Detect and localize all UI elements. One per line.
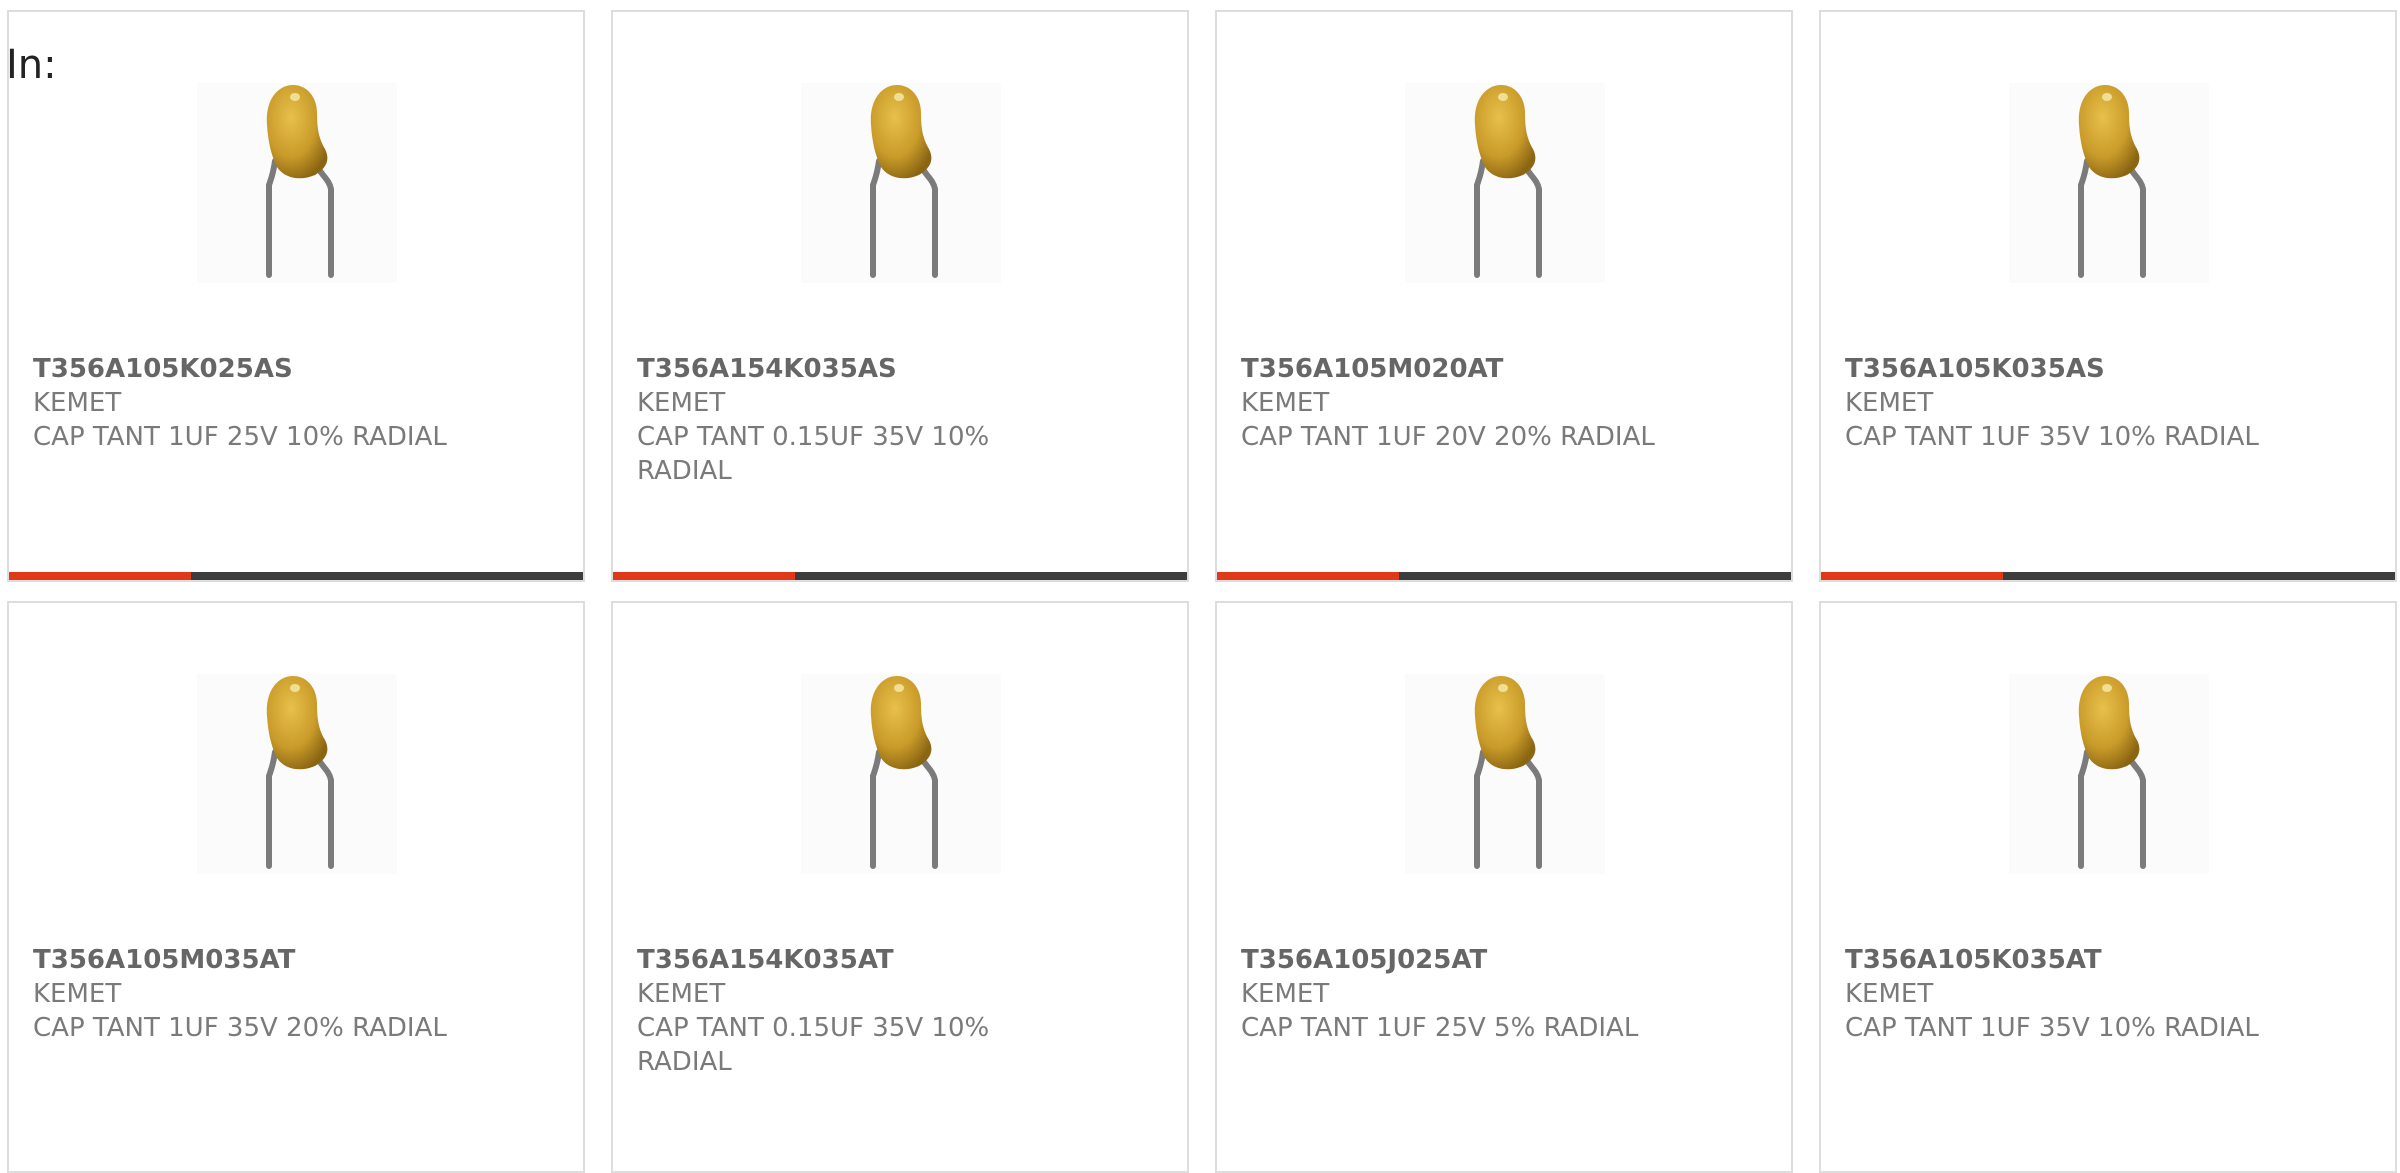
card-accent-bar bbox=[1217, 572, 1399, 580]
part-number[interactable]: T356A105K025AS bbox=[33, 352, 453, 386]
in-label: In: bbox=[6, 42, 57, 88]
product-card[interactable]: T356A154K035AT KEMET CAP TANT 0.15UF 35V… bbox=[611, 601, 1189, 1173]
product-info: T356A105M020AT KEMET CAP TANT 1UF 20V 20… bbox=[1241, 352, 1661, 454]
tantalum-capacitor-icon bbox=[266, 676, 334, 869]
tantalum-capacitor-icon bbox=[801, 674, 1001, 874]
product-info: T356A105J025AT KEMET CAP TANT 1UF 25V 5%… bbox=[1241, 943, 1661, 1045]
card-bottom-bar bbox=[9, 572, 583, 580]
card-accent-bar bbox=[9, 572, 191, 580]
product-card[interactable]: T356A105K035AS KEMET CAP TANT 1UF 35V 10… bbox=[1819, 10, 2397, 582]
part-number[interactable]: T356A105J025AT bbox=[1241, 943, 1661, 977]
product-card[interactable]: T356A105M020AT KEMET CAP TANT 1UF 20V 20… bbox=[1215, 10, 1793, 582]
product-description: CAP TANT 1UF 25V 5% RADIAL bbox=[1241, 1013, 1639, 1043]
tantalum-capacitor-icon bbox=[2009, 83, 2209, 283]
manufacturer: KEMET bbox=[33, 388, 122, 418]
tantalum-capacitor-icon bbox=[197, 83, 397, 283]
tantalum-capacitor-icon bbox=[266, 85, 334, 278]
manufacturer: KEMET bbox=[637, 388, 726, 418]
card-bottom-bar bbox=[613, 572, 1187, 580]
part-number[interactable]: T356A105M020AT bbox=[1241, 352, 1661, 386]
manufacturer: KEMET bbox=[1845, 979, 1934, 1009]
manufacturer: KEMET bbox=[1845, 388, 1934, 418]
card-bottom-bar bbox=[1217, 572, 1791, 580]
tantalum-capacitor-icon bbox=[870, 85, 938, 278]
product-card[interactable]: T356A105K025AS KEMET CAP TANT 1UF 25V 10… bbox=[7, 10, 585, 582]
product-info: T356A154K035AT KEMET CAP TANT 0.15UF 35V… bbox=[637, 943, 1057, 1079]
product-description: CAP TANT 0.15UF 35V 10% RADIAL bbox=[637, 1013, 990, 1077]
part-number[interactable]: T356A105K035AS bbox=[1845, 352, 2265, 386]
product-description: CAP TANT 1UF 25V 10% RADIAL bbox=[33, 422, 447, 452]
product-info: T356A105M035AT KEMET CAP TANT 1UF 35V 20… bbox=[33, 943, 453, 1045]
tantalum-capacitor-icon bbox=[870, 676, 938, 869]
product-description: CAP TANT 1UF 35V 10% RADIAL bbox=[1845, 1013, 2259, 1043]
product-card[interactable]: T356A154K035AS KEMET CAP TANT 0.15UF 35V… bbox=[611, 10, 1189, 582]
product-description: CAP TANT 1UF 35V 10% RADIAL bbox=[1845, 422, 2259, 452]
card-bottom-bar bbox=[1821, 572, 2395, 580]
product-description: CAP TANT 0.15UF 35V 10% RADIAL bbox=[637, 422, 990, 486]
card-accent-bar bbox=[613, 572, 795, 580]
product-info: T356A105K025AS KEMET CAP TANT 1UF 25V 10… bbox=[33, 352, 453, 454]
tantalum-capacitor-icon bbox=[1474, 676, 1542, 869]
product-grid: T356A105K025AS KEMET CAP TANT 1UF 25V 10… bbox=[7, 10, 2397, 1173]
manufacturer: KEMET bbox=[637, 979, 726, 1009]
product-card[interactable]: T356A105J025AT KEMET CAP TANT 1UF 25V 5%… bbox=[1215, 601, 1793, 1173]
product-info: T356A105K035AS KEMET CAP TANT 1UF 35V 10… bbox=[1845, 352, 2265, 454]
part-number[interactable]: T356A105M035AT bbox=[33, 943, 453, 977]
tantalum-capacitor-icon bbox=[1405, 674, 1605, 874]
tantalum-capacitor-icon bbox=[1474, 85, 1542, 278]
tantalum-capacitor-icon bbox=[2078, 85, 2146, 278]
card-accent-bar bbox=[1821, 572, 2003, 580]
product-card[interactable]: T356A105M035AT KEMET CAP TANT 1UF 35V 20… bbox=[7, 601, 585, 1173]
tantalum-capacitor-icon bbox=[2078, 676, 2146, 869]
manufacturer: KEMET bbox=[33, 979, 122, 1009]
part-number[interactable]: T356A154K035AT bbox=[637, 943, 1057, 977]
tantalum-capacitor-icon bbox=[1405, 83, 1605, 283]
product-card[interactable]: T356A105K035AT KEMET CAP TANT 1UF 35V 10… bbox=[1819, 601, 2397, 1173]
manufacturer: KEMET bbox=[1241, 979, 1330, 1009]
product-info: T356A154K035AS KEMET CAP TANT 0.15UF 35V… bbox=[637, 352, 1057, 488]
product-description: CAP TANT 1UF 20V 20% RADIAL bbox=[1241, 422, 1655, 452]
product-description: CAP TANT 1UF 35V 20% RADIAL bbox=[33, 1013, 447, 1043]
tantalum-capacitor-icon bbox=[2009, 674, 2209, 874]
product-info: T356A105K035AT KEMET CAP TANT 1UF 35V 10… bbox=[1845, 943, 2265, 1045]
tantalum-capacitor-icon bbox=[801, 83, 1001, 283]
part-number[interactable]: T356A105K035AT bbox=[1845, 943, 2265, 977]
manufacturer: KEMET bbox=[1241, 388, 1330, 418]
tantalum-capacitor-icon bbox=[197, 674, 397, 874]
part-number[interactable]: T356A154K035AS bbox=[637, 352, 1057, 386]
